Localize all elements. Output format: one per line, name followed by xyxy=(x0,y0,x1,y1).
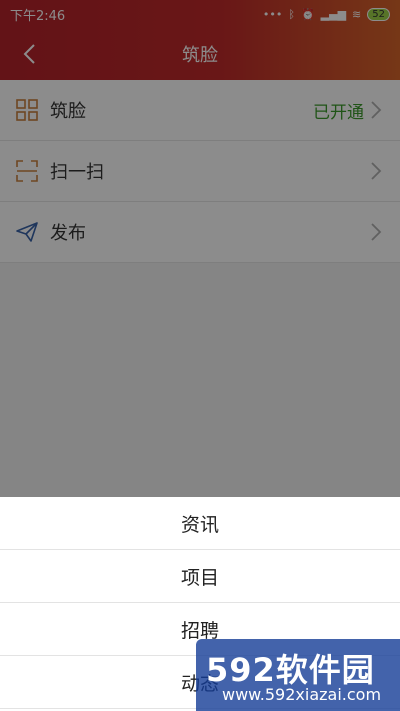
sheet-option-project[interactable]: 项目 xyxy=(0,550,400,603)
watermark-url: www.592xiazai.com xyxy=(222,685,382,704)
watermark: 592软件园 www.592xiazai.com xyxy=(196,639,400,711)
sheet-option-news[interactable]: 资讯 xyxy=(0,497,400,550)
